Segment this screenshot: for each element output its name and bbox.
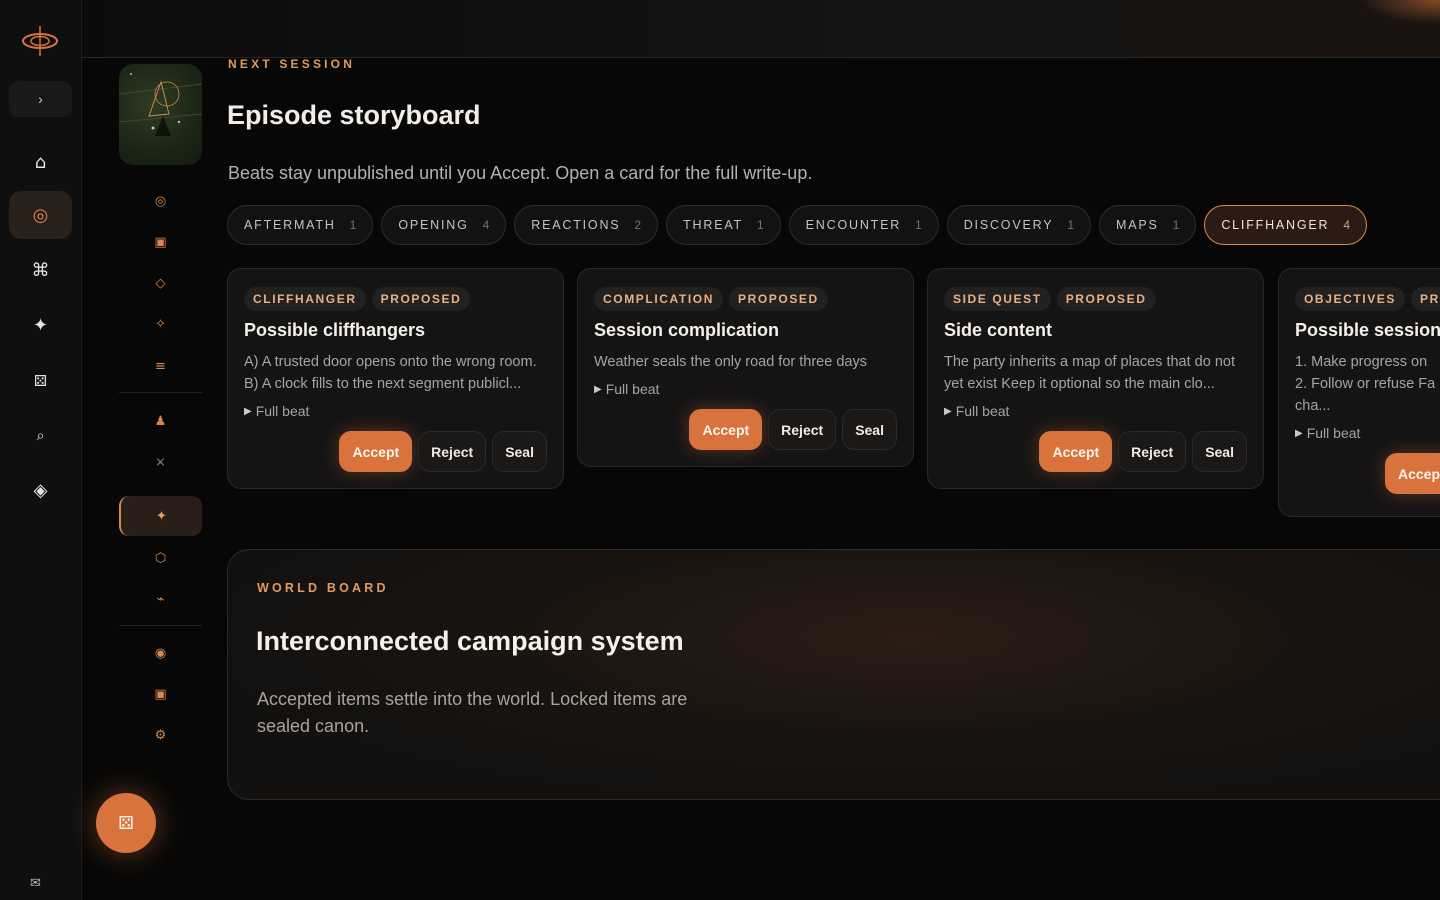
divider bbox=[119, 625, 202, 626]
category-badge: OBJECTIVES bbox=[1295, 287, 1406, 311]
play-icon: ▶ bbox=[244, 405, 252, 417]
card-title: Session complication bbox=[594, 320, 780, 340]
card-body: A) A trusted door opens onto the wrong r… bbox=[244, 354, 537, 392]
pawn-icon[interactable]: ♟ bbox=[119, 401, 202, 441]
target-icon: ◎ bbox=[32, 204, 49, 226]
tab-encounter[interactable]: ENCOUNTER 1 bbox=[788, 205, 939, 245]
beat-card[interactable]: SIDE QUEST PROPOSED Side content The par… bbox=[927, 268, 1264, 489]
tab-reactions[interactable]: REACTIONS 2 bbox=[514, 205, 659, 245]
seal-button[interactable]: Seal bbox=[492, 431, 547, 472]
tab-opening[interactable]: OPENING 4 bbox=[381, 205, 507, 245]
tab-discovery[interactable]: DISCOVERY 1 bbox=[946, 205, 1092, 245]
square-icon[interactable]: ▣ bbox=[119, 222, 202, 262]
accept-button[interactable]: Accept bbox=[339, 431, 413, 472]
world-eyebrow: WORLD BOARD bbox=[257, 581, 389, 595]
section-eyebrow: NEXT SESSION bbox=[228, 57, 356, 71]
star-outline-icon[interactable]: ✧ bbox=[119, 304, 202, 344]
full-beat-toggle[interactable]: ▶ Full beat bbox=[944, 403, 1247, 419]
app-logo-icon[interactable] bbox=[20, 24, 60, 58]
gem-button[interactable]: ◈ bbox=[9, 466, 72, 514]
sparkle-icon: ✦ bbox=[32, 314, 49, 336]
sparkle-active-icon[interactable]: ✦ bbox=[119, 496, 202, 536]
dice-button[interactable]: ⚄ bbox=[9, 357, 72, 405]
campaign-thumbnail[interactable] bbox=[119, 64, 202, 165]
expand-sidebar-button[interactable]: › bbox=[9, 81, 72, 117]
reject-button[interactable]: Reject bbox=[418, 431, 487, 472]
full-beat-toggle[interactable]: ▶ Full beat bbox=[244, 403, 547, 419]
full-beat-toggle[interactable]: ▶ Full beat bbox=[1295, 425, 1440, 441]
tab-maps[interactable]: MAPS 1 bbox=[1099, 205, 1197, 245]
orb-icon[interactable]: ◉ bbox=[119, 633, 202, 673]
search-button[interactable]: ⌕ bbox=[9, 412, 72, 460]
mail-icon[interactable]: ✉ bbox=[30, 876, 41, 891]
card-body: The party inherits a map of places that … bbox=[944, 354, 1235, 392]
play-icon: ▶ bbox=[1295, 427, 1303, 439]
card-title: Possible cliffhangers bbox=[244, 320, 426, 340]
accept-button[interactable]: Accept bbox=[1039, 431, 1113, 472]
beat-card[interactable]: CLIFFHANGER PROPOSED Possible cliffhange… bbox=[227, 268, 564, 489]
box-icon[interactable]: ▣ bbox=[119, 674, 202, 714]
beat-card[interactable]: COMPLICATION PROPOSED Session complicati… bbox=[577, 268, 914, 467]
top-bar bbox=[82, 0, 1440, 58]
card-body: Weather seals the only road for three da… bbox=[594, 354, 867, 370]
play-icon: ▶ bbox=[944, 405, 952, 417]
accept-button[interactable]: Accept bbox=[689, 409, 763, 450]
reject-button[interactable]: Reject bbox=[1118, 431, 1187, 472]
category-badge: CLIFFHANGER bbox=[244, 287, 366, 311]
tab-threat[interactable]: THREAT 1 bbox=[666, 205, 781, 245]
status-badge: PROPOSED bbox=[371, 287, 471, 311]
status-badge: PROPOSED bbox=[728, 287, 828, 311]
top-glow bbox=[1360, 0, 1440, 24]
beat-card[interactable]: OBJECTIVES PR Possible session 1. Make p… bbox=[1278, 268, 1440, 517]
link-icon[interactable]: ⌁ bbox=[119, 579, 202, 619]
diamond-outline-icon[interactable]: ◇ bbox=[119, 263, 202, 303]
status-badge: PROPOSED bbox=[1056, 287, 1156, 311]
beat-category-tabs: AFTERMATH 1 OPENING 4 REACTIONS 2 THREAT 1 E… bbox=[227, 205, 1368, 245]
search-icon: ⌕ bbox=[36, 428, 45, 444]
seal-button[interactable]: Seal bbox=[842, 409, 897, 450]
accept-button[interactable]: Accep bbox=[1385, 453, 1440, 494]
full-beat-toggle[interactable]: ▶ Full beat bbox=[594, 381, 897, 397]
reject-button[interactable]: Reject bbox=[768, 409, 837, 450]
card-title: Possible session bbox=[1295, 320, 1440, 340]
page-title: Episode storyboard bbox=[227, 100, 481, 130]
divider bbox=[119, 392, 202, 393]
card-body: 1. Make progress on 2. Follow or refuse … bbox=[1295, 354, 1436, 414]
dice-icon: ⚄ bbox=[118, 812, 134, 834]
page-subtitle: Beats stay unpublished until you Accept.… bbox=[228, 163, 813, 183]
command-icon: ⌘ bbox=[31, 259, 50, 281]
world-title: Interconnected campaign system bbox=[256, 626, 684, 656]
dice-icon: ⚄ bbox=[33, 372, 48, 390]
home-button[interactable]: ⌂ bbox=[9, 138, 72, 186]
session-button[interactable]: ◎ bbox=[9, 191, 72, 239]
rings-icon[interactable]: ◎ bbox=[119, 181, 202, 221]
diamond-icon: ◈ bbox=[33, 479, 48, 501]
category-badge: COMPLICATION bbox=[594, 287, 723, 311]
gear-icon[interactable]: ⚙ bbox=[119, 715, 202, 755]
category-badge: SIDE QUEST bbox=[944, 287, 1051, 311]
status-badge: PR bbox=[1411, 287, 1440, 311]
generate-button[interactable]: ✦ bbox=[9, 301, 72, 349]
commands-button[interactable]: ⌘ bbox=[9, 246, 72, 294]
card-clip: OBJECTIVES PR Possible session 1. Make p… bbox=[1278, 268, 1440, 518]
hexagon-icon[interactable]: ⬡ bbox=[119, 538, 202, 578]
seal-button[interactable]: Seal bbox=[1192, 431, 1247, 472]
roll-dice-button[interactable]: ⚄ bbox=[96, 793, 156, 853]
play-icon: ▶ bbox=[594, 383, 602, 395]
chevron-right-icon: › bbox=[38, 91, 43, 107]
swords-icon[interactable]: ⨯ bbox=[119, 442, 202, 482]
home-icon: ⌂ bbox=[34, 151, 47, 173]
main-sidebar: › ⌂ ◎ ⌘ ✦ ⚄ ⌕ ◈ ✉ bbox=[0, 0, 82, 900]
world-description: Accepted items settle into the world. Lo… bbox=[257, 689, 688, 736]
world-board-panel: WORLD BOARD Interconnected campaign syst… bbox=[227, 549, 1440, 800]
card-title: Side content bbox=[944, 320, 1053, 340]
tab-aftermath[interactable]: AFTERMATH 1 bbox=[227, 205, 374, 245]
tab-cliffhanger[interactable]: CLIFFHANGER 4 bbox=[1204, 205, 1368, 245]
list-icon[interactable]: ≡ bbox=[119, 346, 202, 386]
